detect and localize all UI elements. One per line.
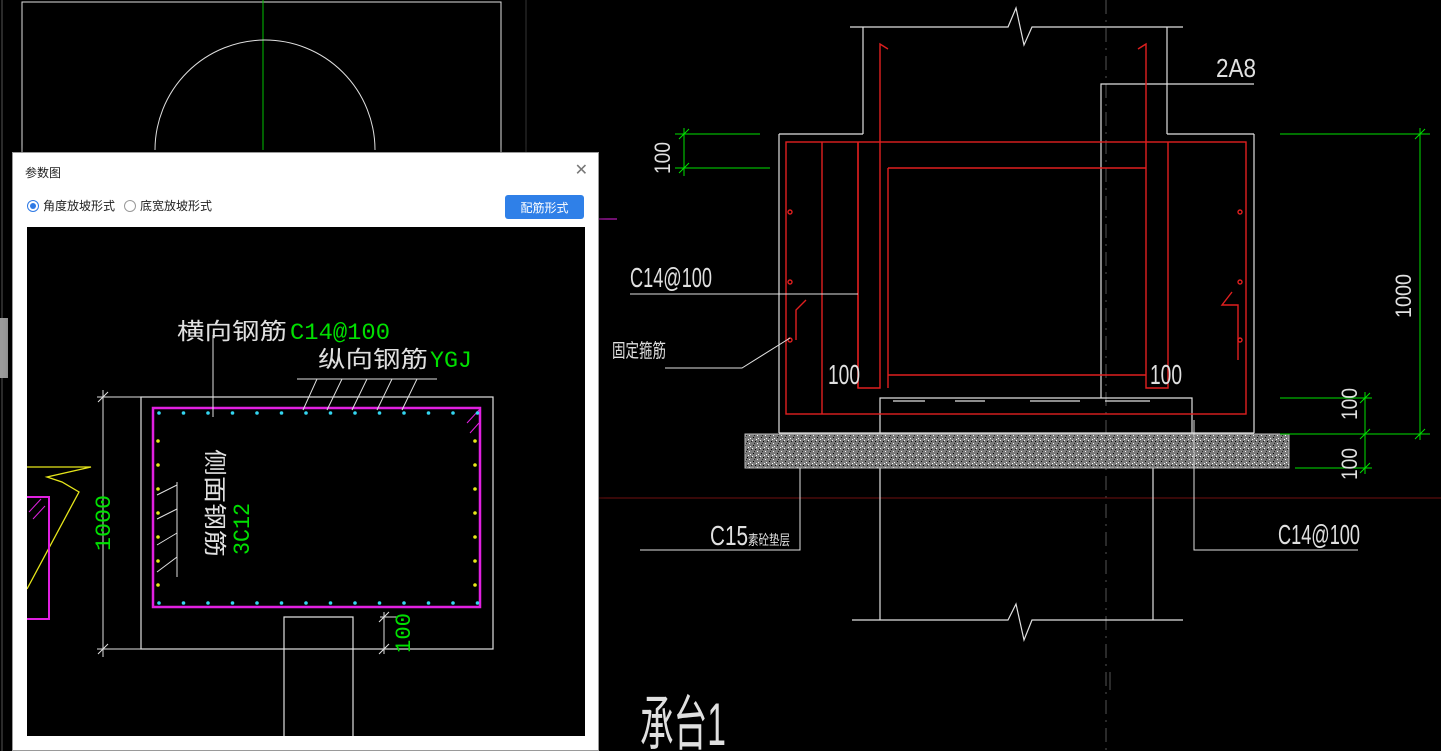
dialog-title: 参数图 <box>25 166 62 180</box>
preview-drawing: 横向钢筋 C14@100 纵向钢筋 YGJ 侧面钢筋 3C12 1000 100 <box>27 319 494 736</box>
rebar-dot <box>353 601 357 605</box>
rebar-dot <box>426 411 431 415</box>
bottom-dim-2: 100 <box>1337 448 1362 480</box>
side-rebar-dot <box>473 463 477 467</box>
bottom-dim-1: 100 <box>1337 388 1362 420</box>
rebar-dot <box>451 601 455 605</box>
preview-height-dim: 1000 <box>92 495 117 551</box>
rebar-dot <box>255 601 259 605</box>
side-rebar-dot <box>156 511 160 515</box>
bedding-label: C15 <box>710 520 748 551</box>
side-rebar-dot <box>473 559 477 563</box>
rebar-dot <box>279 411 284 415</box>
rebar-dot <box>279 601 284 605</box>
radio-bottom-width-slope[interactable]: 底宽放坡形式 <box>124 197 212 214</box>
side-rebar-dot <box>473 487 477 491</box>
longitudinal-rebar-label: 纵向钢筋 <box>318 347 428 373</box>
rebar-dot <box>230 411 235 415</box>
rebar-dot <box>206 601 210 605</box>
bedding-suffix: 素砼垫层 <box>748 532 790 548</box>
inner-dim-right: 100 <box>1150 359 1182 390</box>
radio-bottom-width-slope-label: 底宽放坡形式 <box>140 199 213 213</box>
side-rebar-dot <box>473 535 477 539</box>
radio-checked-icon[interactable] <box>27 199 39 212</box>
rebar-dot <box>353 411 357 415</box>
parameter-preview: 横向钢筋 C14@100 纵向钢筋 YGJ 侧面钢筋 3C12 1000 100 <box>27 227 585 736</box>
dimension-lines <box>675 128 1430 474</box>
rebar-dot <box>451 411 455 415</box>
fix-bar-label: 固定箍筋 <box>612 340 666 362</box>
rebar-dot <box>304 601 308 605</box>
radio-angle-slope[interactable]: 角度放坡形式 <box>27 197 115 214</box>
rebar-dot <box>304 411 308 415</box>
side-rebar-label: 侧面钢筋 <box>201 449 227 557</box>
top-rebar-label: 2A8 <box>1216 53 1256 83</box>
rebar-dot <box>206 411 210 415</box>
rebar-dot <box>426 601 431 605</box>
rebar-dot <box>328 601 333 605</box>
rebar-dot <box>377 601 382 605</box>
rebar-dot <box>328 411 333 415</box>
radio-unchecked-icon[interactable] <box>124 199 137 212</box>
rebar-dot <box>402 411 406 415</box>
rebar-dot <box>181 411 186 415</box>
height-dim: 1000 <box>1391 274 1416 318</box>
rebar-dot <box>230 601 235 605</box>
side-rebar-dot <box>156 583 160 587</box>
side-rebar-dot <box>473 583 477 587</box>
side-rebar-dot <box>156 535 160 539</box>
side-rebar-dot <box>473 511 477 515</box>
rebar-dot <box>475 411 480 415</box>
rebar-dot <box>255 411 259 415</box>
rebar-dot <box>377 411 382 415</box>
side-rebar-dot <box>156 487 160 491</box>
rebar-form-button[interactable]: 配筋形式 <box>505 195 584 219</box>
rebar-dot <box>157 411 161 415</box>
side-rebar-dot <box>473 439 477 443</box>
radio-angle-slope-label: 角度放坡形式 <box>43 199 116 213</box>
rebar-dot <box>181 601 186 605</box>
top-dim-100: 100 <box>650 142 675 174</box>
slope-mode-radio-group: 角度放坡形式 底宽放坡形式 <box>27 197 221 214</box>
inner-dim-left: 100 <box>828 359 860 390</box>
left-rebar-label: C14@100 <box>630 262 712 293</box>
side-rebar-value: 3C12 <box>230 503 256 555</box>
side-rebar-dot <box>156 439 160 443</box>
rebar-dot <box>475 601 480 605</box>
column-outline <box>778 6 1255 643</box>
side-rebar-dot <box>156 463 160 467</box>
rebar-dot <box>157 601 161 605</box>
close-icon[interactable]: ✕ <box>575 160 588 180</box>
side-rebar-dot <box>156 559 160 563</box>
parameter-dialog: 参数图 ✕ 角度放坡形式 底宽放坡形式 配筋形式 横向钢筋 C14@100 纵向… <box>12 152 599 751</box>
rebar-dot <box>402 601 406 605</box>
drawing-title: 承台1 <box>640 691 726 751</box>
longitudinal-rebar-value: YGJ <box>430 348 472 374</box>
bottom-rebar-label: C14@100 <box>1278 519 1360 550</box>
concrete-bedding <box>744 433 1290 469</box>
preview-bottom-dim: 100 <box>392 613 417 653</box>
transverse-rebar-value: C14@100 <box>290 320 390 346</box>
transverse-rebar-label: 横向钢筋 <box>177 319 287 345</box>
leader-lines <box>630 293 1358 551</box>
